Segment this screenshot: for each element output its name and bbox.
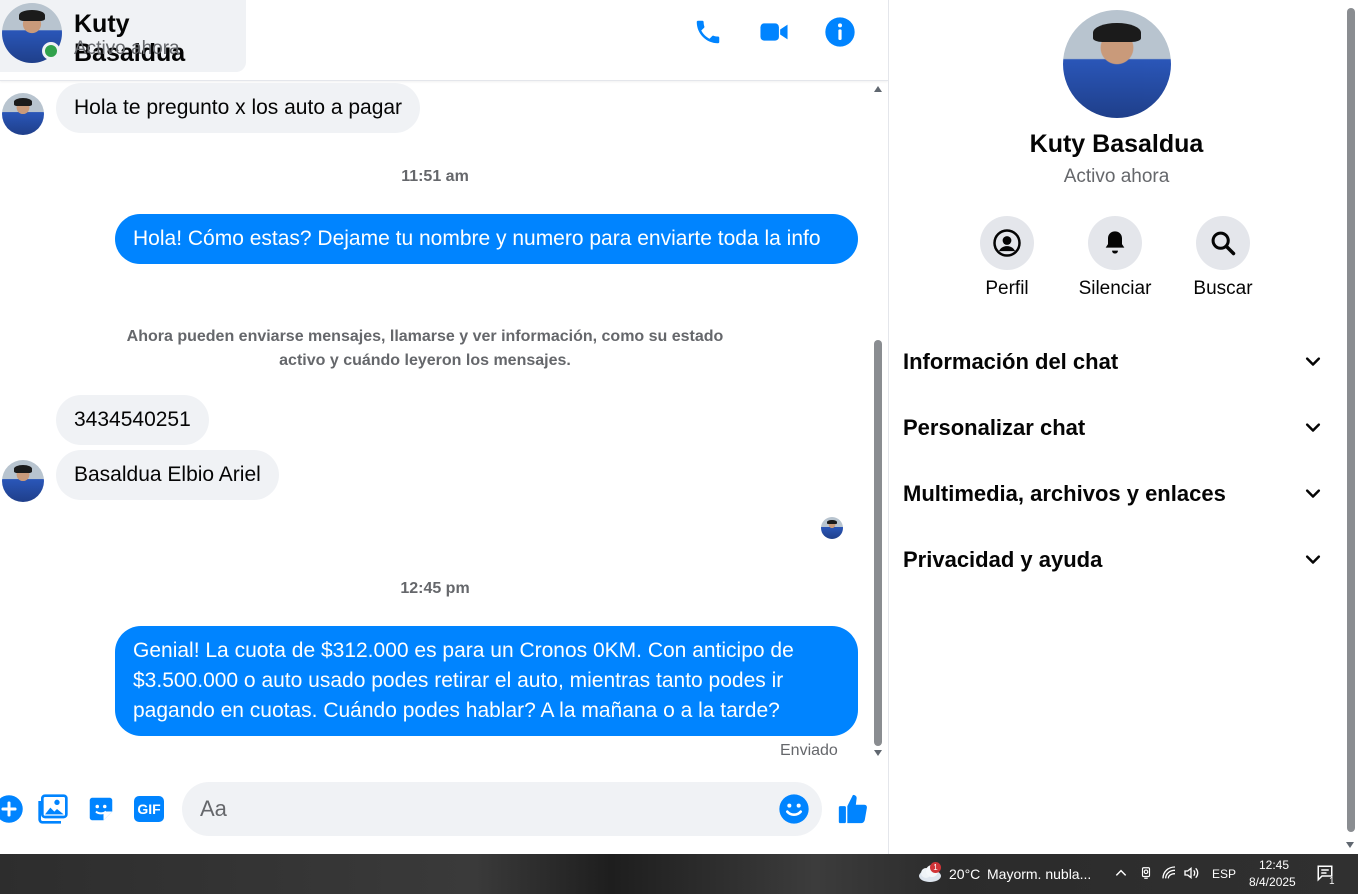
scroll-down-arrow-icon[interactable] bbox=[874, 750, 882, 756]
volume-button[interactable] bbox=[1182, 864, 1200, 882]
section-title: Personalizar chat bbox=[903, 415, 1086, 440]
network-button[interactable] bbox=[1160, 864, 1178, 882]
call-button[interactable] bbox=[690, 14, 726, 50]
profile-status: Activo ahora bbox=[1063, 166, 1170, 187]
info-icon bbox=[825, 17, 855, 47]
windows-taskbar: 1 20°C Mayorm. nubla... ESP 12:45 8/4/20… bbox=[0, 854, 1358, 894]
mute-icon-circle bbox=[1088, 216, 1142, 270]
image-gallery-icon bbox=[38, 794, 68, 824]
video-camera-icon bbox=[760, 23, 788, 41]
avatar[interactable] bbox=[2, 93, 44, 135]
chevron-down-icon bbox=[1305, 357, 1321, 366]
incoming-message[interactable]: Hola te pregunto x los auto a pagar bbox=[56, 83, 421, 133]
search-label: Buscar bbox=[1193, 278, 1253, 299]
more-actions-button[interactable] bbox=[0, 792, 26, 826]
section-privacy-help[interactable]: Privacidad y ayuda bbox=[903, 535, 1323, 585]
message-sent-status: Enviado bbox=[780, 742, 838, 759]
online-status-indicator bbox=[42, 42, 60, 60]
notice-line: activo y cuándo leyeron los mensajes. bbox=[279, 352, 571, 369]
gif-button[interactable]: GIF bbox=[132, 792, 166, 826]
scrollbar-thumb[interactable] bbox=[1347, 8, 1355, 832]
gif-label: GIF bbox=[137, 801, 161, 817]
chevron-down-icon bbox=[1305, 555, 1321, 564]
message-timestamp: 12:45 pm bbox=[400, 580, 470, 597]
section-title: Información del chat bbox=[903, 349, 1119, 374]
avatar[interactable] bbox=[2, 460, 44, 502]
clock-time[interactable]: 12:45 bbox=[1259, 858, 1289, 872]
chevron-up-icon bbox=[1115, 869, 1127, 876]
search-icon bbox=[1211, 231, 1236, 256]
section-title: Multimedia, archivos y enlaces bbox=[903, 481, 1226, 506]
notification-count: 1 bbox=[1329, 876, 1335, 887]
bell-icon bbox=[1105, 231, 1125, 254]
connection-notice: Ahora pueden enviarse mensajes, llamarse… bbox=[100, 325, 750, 373]
message-composer: GIF bbox=[0, 772, 888, 854]
section-customize-chat[interactable]: Personalizar chat bbox=[903, 403, 1323, 453]
show-hidden-icons-button[interactable] bbox=[1112, 864, 1130, 882]
sticker-button[interactable] bbox=[84, 792, 118, 826]
incoming-message[interactable]: 3434540251 bbox=[56, 395, 209, 445]
conversation-info-button[interactable] bbox=[822, 14, 858, 50]
read-receipt-avatar bbox=[821, 517, 843, 539]
message-list[interactable]: Hola te pregunto x los auto a pagar 11:5… bbox=[0, 82, 870, 772]
mute-label: Silenciar bbox=[1078, 278, 1152, 299]
page-scrollbar[interactable] bbox=[1343, 0, 1358, 854]
incoming-message[interactable]: Basaldua Elbio Ariel bbox=[56, 450, 279, 500]
chat-panel: Kuty Basaldua Activo ahora Hola te pregu… bbox=[0, 0, 888, 854]
outgoing-message[interactable]: Genial! La cuota de $312.000 es para un … bbox=[115, 626, 858, 736]
chat-scrollbar[interactable] bbox=[870, 82, 888, 772]
outgoing-message[interactable]: Hola! Cómo estas? Dejame tu nombre y num… bbox=[115, 214, 858, 264]
profile-name: Kuty Basaldua bbox=[1029, 130, 1204, 158]
device-icon bbox=[1141, 867, 1151, 879]
scroll-down-arrow-icon[interactable] bbox=[1346, 842, 1354, 848]
send-like-button[interactable] bbox=[836, 792, 870, 826]
input-language[interactable]: ESP bbox=[1212, 867, 1236, 881]
sticker-icon bbox=[89, 797, 113, 821]
profile-label: Perfil bbox=[985, 278, 1029, 299]
chevron-down-icon bbox=[1305, 423, 1321, 432]
contact-header-button[interactable]: Kuty Basaldua Activo ahora bbox=[0, 0, 246, 72]
plus-circle-icon bbox=[0, 795, 23, 823]
emoji-button[interactable] bbox=[778, 793, 810, 825]
scroll-up-arrow-icon[interactable] bbox=[874, 86, 882, 92]
section-title: Privacidad y ayuda bbox=[903, 547, 1103, 572]
messenger-app: Kuty Basaldua Activo ahora Hola te pregu… bbox=[0, 0, 1358, 854]
chat-header: Kuty Basaldua Activo ahora bbox=[0, 0, 888, 81]
conversation-info-panel: Kuty Basaldua Activo ahora Perfil Silenc… bbox=[888, 0, 1343, 854]
wifi-icon bbox=[1162, 866, 1176, 879]
smiley-icon bbox=[779, 794, 809, 824]
notice-line: Ahora pueden enviarse mensajes, llamarse… bbox=[126, 328, 724, 345]
message-timestamp: 11:51 am bbox=[401, 168, 469, 185]
profile-avatar[interactable] bbox=[1063, 10, 1171, 118]
chevron-down-icon bbox=[1305, 489, 1321, 498]
thumbs-up-icon bbox=[838, 794, 867, 824]
message-input-container bbox=[182, 782, 822, 836]
scrollbar-thumb[interactable] bbox=[874, 340, 882, 746]
weather-description[interactable]: Mayorm. nubla... bbox=[987, 866, 1091, 882]
meet-now-button[interactable] bbox=[1137, 864, 1155, 882]
search-icon-circle bbox=[1196, 216, 1250, 270]
user-circle-icon bbox=[993, 229, 1021, 257]
phone-icon bbox=[696, 20, 720, 44]
mute-button[interactable]: Silenciar bbox=[1065, 216, 1165, 300]
message-input[interactable] bbox=[200, 782, 780, 836]
section-media-files-links[interactable]: Multimedia, archivos y enlaces bbox=[903, 469, 1323, 519]
weather-alert-badge: 1 bbox=[930, 862, 941, 873]
video-call-button[interactable] bbox=[756, 14, 792, 50]
section-chat-info[interactable]: Información del chat bbox=[903, 337, 1323, 387]
speaker-icon bbox=[1184, 866, 1199, 880]
profile-icon-circle bbox=[980, 216, 1034, 270]
gif-icon: GIF bbox=[134, 796, 164, 822]
contact-status: Activo ahora bbox=[74, 38, 180, 59]
temperature[interactable]: 20°C bbox=[949, 866, 980, 882]
search-button[interactable]: Buscar bbox=[1173, 216, 1273, 300]
clock-date[interactable]: 8/4/2025 bbox=[1249, 875, 1296, 889]
attach-media-button[interactable] bbox=[36, 792, 70, 826]
profile-button[interactable]: Perfil bbox=[957, 216, 1057, 300]
